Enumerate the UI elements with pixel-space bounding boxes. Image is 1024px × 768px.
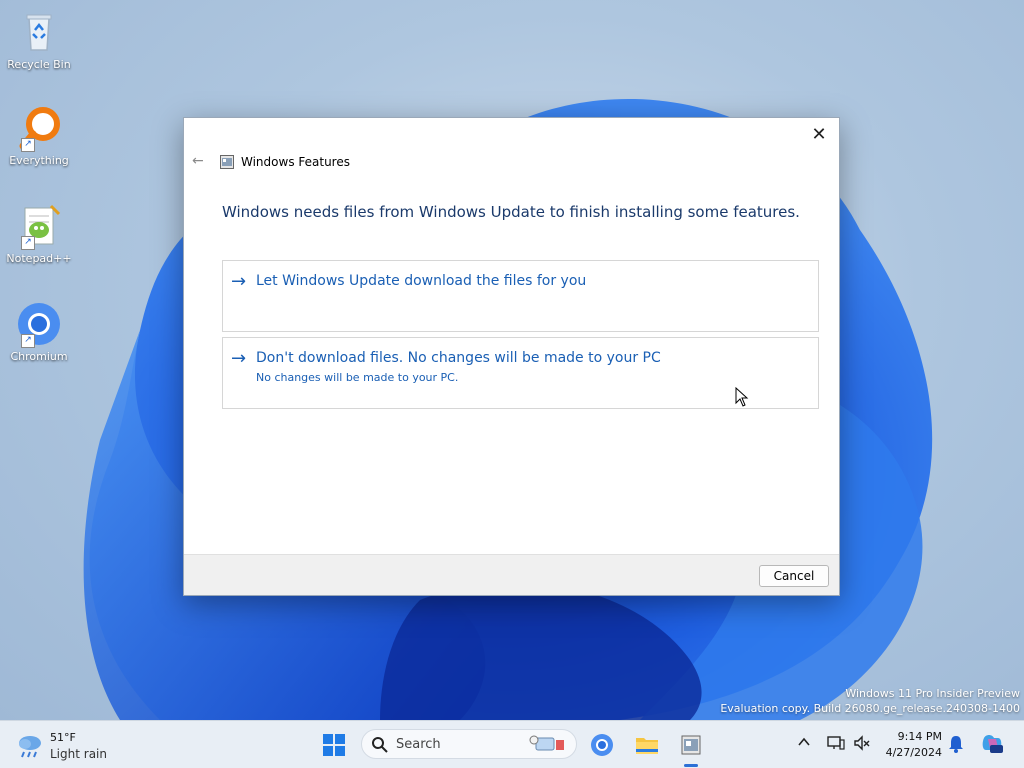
everything-search-icon: ↗ (15, 104, 63, 152)
desktop-icon-chromium[interactable]: ↗ Chromium (4, 300, 74, 363)
shortcut-arrow-icon: ↗ (21, 138, 35, 152)
cancel-button[interactable]: Cancel (759, 565, 829, 587)
network-icon (827, 736, 845, 750)
clock-time: 9:14 PM (897, 730, 942, 743)
tray-network-button[interactable] (827, 735, 845, 755)
chromium-icon: ↗ (15, 300, 63, 348)
desktop-icon-notepadpp[interactable]: ↗ Notepad++ (4, 202, 74, 265)
file-explorer-icon (636, 738, 658, 754)
taskbar: 51°F Light rain Search 9:14 PM 4/27/2024 (0, 720, 1024, 768)
desktop-icon-label: Recycle Bin (7, 58, 71, 71)
arrow-right-icon: → (231, 271, 247, 292)
start-icon (323, 734, 345, 756)
desktop-icon-label: Notepad++ (6, 252, 72, 265)
clock-date: 4/27/2024 (885, 746, 942, 759)
taskbar-clock[interactable]: 9:14 PM 4/27/2024 (884, 729, 942, 761)
dialog-footer: Cancel (184, 554, 839, 595)
weather-widget[interactable]: 51°F Light rain (16, 729, 126, 763)
taskbar-file-explorer[interactable] (629, 727, 665, 763)
dialog-heading: Windows needs files from Windows Update … (222, 203, 800, 221)
volume-muted-icon (854, 735, 870, 751)
bell-icon (949, 736, 963, 753)
start-button[interactable] (316, 727, 352, 763)
back-arrow-icon[interactable]: ← (192, 153, 208, 169)
tray-volume-button[interactable] (853, 735, 871, 755)
active-window-indicator (684, 764, 698, 767)
shortcut-arrow-icon: ↗ (21, 334, 35, 348)
option-dont-download[interactable]: → Don't download files. No changes will … (222, 337, 819, 409)
weather-condition: Light rain (50, 747, 107, 761)
windows-features-icon (220, 154, 234, 169)
close-button[interactable]: ✕ (807, 123, 831, 147)
recycle-bin-icon (15, 8, 63, 56)
search-placeholder: Search (396, 737, 441, 752)
build-watermark: Windows 11 Pro Insider Preview Evaluatio… (720, 686, 1020, 716)
desktop-icon-recycle-bin[interactable]: Recycle Bin (4, 8, 74, 71)
search-highlight-icon (529, 735, 564, 751)
desktop-icon-label: Everything (9, 154, 69, 167)
option-sub-text: No changes will be made to your PC. (256, 371, 459, 384)
option-main-text: Let Windows Update download the files fo… (256, 273, 587, 289)
show-hidden-icons-button[interactable] (797, 734, 811, 753)
watermark-line-2: Evaluation copy. Build 26080.ge_release.… (720, 702, 1020, 715)
option-main-text: Don't download files. No changes will be… (256, 350, 661, 366)
chevron-up-icon (798, 737, 810, 746)
copilot-button[interactable] (980, 732, 1004, 760)
option-download-files[interactable]: → Let Windows Update download the files … (222, 260, 819, 332)
mouse-cursor-icon (735, 387, 749, 407)
shortcut-arrow-icon: ↗ (21, 236, 35, 250)
dialog-title: Windows Features (241, 155, 350, 169)
arrow-right-icon: → (231, 348, 247, 369)
windows-features-dialog: ✕ ← Windows Features Windows needs files… (183, 117, 840, 596)
windows-features-icon (681, 735, 701, 755)
desktop-icon-label: Chromium (10, 350, 68, 363)
taskbar-search[interactable]: Search (361, 729, 577, 759)
rain-cloud-icon (19, 736, 41, 758)
chromium-icon (591, 734, 613, 756)
copilot-icon (982, 735, 1003, 753)
weather-temperature: 51°F (50, 731, 76, 744)
notepadpp-icon: ↗ (15, 202, 63, 250)
search-icon (372, 737, 388, 753)
taskbar-windows-features[interactable] (673, 727, 709, 763)
notifications-button[interactable] (948, 735, 964, 757)
desktop-icon-everything[interactable]: ↗ Everything (4, 104, 74, 167)
watermark-line-1: Windows 11 Pro Insider Preview (845, 687, 1020, 700)
taskbar-chromium[interactable] (584, 727, 620, 763)
